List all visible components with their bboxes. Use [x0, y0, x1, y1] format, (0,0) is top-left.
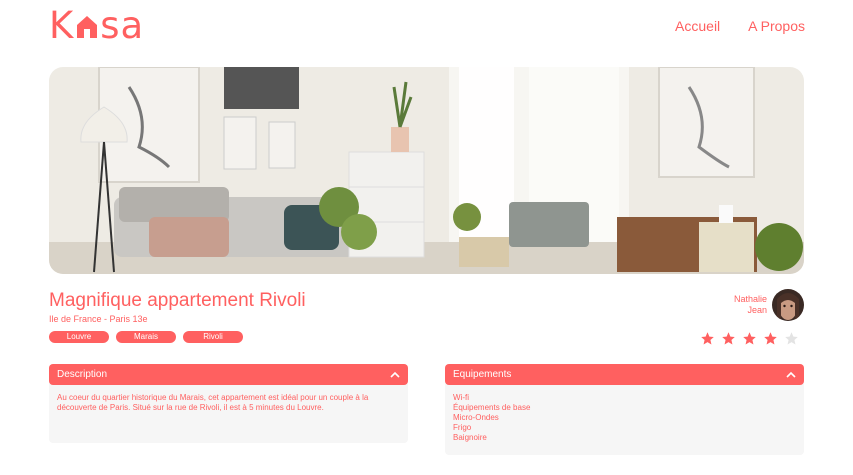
equipment-item: Équipements de base	[453, 403, 531, 412]
star-filled-icon	[764, 332, 777, 345]
chevron-up-icon[interactable]	[786, 371, 796, 379]
rating	[700, 331, 799, 346]
nav-about-link[interactable]: A Propos	[748, 18, 805, 34]
host-avatar	[772, 289, 804, 321]
listing-cover-image	[49, 67, 804, 274]
equipment-item: Baignoire	[453, 433, 487, 442]
star-filled-icon	[701, 332, 714, 345]
description-body: Au coeur du quartier historique du Marai…	[49, 381, 408, 443]
equipment-item: Frigo	[453, 423, 472, 432]
nav-home-link[interactable]: Accueil	[675, 18, 720, 34]
house-icon	[77, 16, 98, 38]
description-text: Au coeur du quartier historique du Marai…	[57, 393, 369, 412]
equipments-title: Equipements	[453, 369, 512, 380]
star-filled-icon	[743, 332, 756, 345]
logo-letters: sa	[100, 4, 145, 47]
chevron-up-icon[interactable]	[390, 371, 400, 379]
listing-header: Magnifique appartement Rivoli Ile de Fra…	[49, 290, 306, 343]
description-panel: Description Au coeur du quartier histori…	[49, 364, 408, 443]
listing-location: Ile de France - Paris 13e	[49, 314, 148, 324]
description-toggle[interactable]: Description	[49, 364, 408, 385]
tag-list: Louvre Marais Rivoli	[49, 331, 306, 343]
equipments-body: Wi-fi Équipements de base Micro-Ondes Fr…	[445, 381, 804, 455]
tag: Louvre	[49, 331, 109, 343]
equipments-panel: Equipements Wi-fi Équipements de base Mi…	[445, 364, 804, 455]
equipment-item: Wi-fi	[453, 393, 469, 402]
header: K sa Accueil A Propos	[49, 4, 805, 47]
logo[interactable]: K sa	[49, 4, 145, 47]
host-last-name: Jean	[747, 305, 767, 315]
star-empty-icon	[785, 332, 798, 345]
host-first-name: Nathalie	[733, 294, 767, 304]
tag: Marais	[116, 331, 176, 343]
host-info: Nathalie Jean	[722, 289, 804, 321]
listing-title: Magnifique appartement Rivoli	[49, 290, 306, 311]
logo-letter: K	[49, 4, 75, 47]
star-filled-icon	[722, 332, 735, 345]
equipment-item: Micro-Ondes	[453, 413, 499, 422]
equipments-toggle[interactable]: Equipements	[445, 364, 804, 385]
tag: Rivoli	[183, 331, 243, 343]
description-title: Description	[57, 369, 108, 380]
host-name: Nathalie Jean	[734, 294, 767, 316]
main-nav: Accueil A Propos	[675, 18, 805, 34]
